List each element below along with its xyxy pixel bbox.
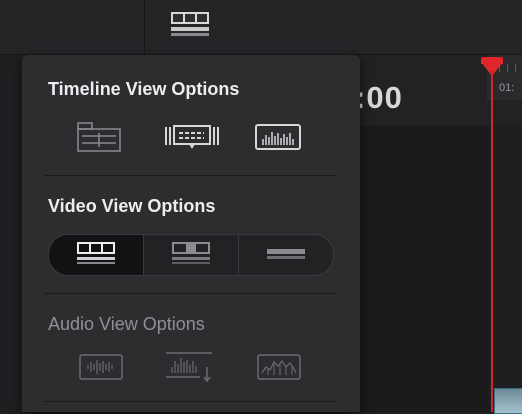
full-waveform-icon[interactable] — [78, 353, 124, 385]
stacked-timelines-icon[interactable] — [76, 121, 122, 153]
audio-view-options-title: Audio View Options — [48, 314, 205, 334]
timeline-view-options-icon[interactable] — [171, 12, 209, 36]
video-view-option-filmstrip[interactable] — [49, 235, 143, 275]
top-toolbar — [0, 0, 522, 55]
timeline-view-options-popup: Timeline View Options Video View Options… — [22, 55, 360, 412]
video-clip-thumbnail[interactable] — [494, 388, 522, 414]
ruler-timecode-label: 01: — [499, 82, 515, 94]
waveform-border-icon[interactable] — [256, 353, 302, 385]
section-divider — [44, 293, 336, 294]
video-view-option-simple[interactable] — [239, 235, 333, 275]
subtitle-tracks-icon[interactable] — [164, 121, 219, 153]
simple-view-icon — [267, 242, 305, 269]
filmstrip-view-icon — [77, 241, 115, 269]
ruler-tick — [515, 64, 516, 72]
video-view-options-title: Video View Options — [48, 196, 216, 216]
section-divider — [44, 175, 336, 176]
ruler-tick — [507, 64, 508, 72]
rectified-waveform-icon[interactable] — [164, 351, 212, 383]
timeline-track-area[interactable] — [360, 126, 490, 412]
timeline-view-options-title: Timeline View Options — [48, 79, 240, 99]
playhead-line[interactable] — [491, 70, 493, 412]
audio-waveform-icon[interactable] — [254, 121, 301, 153]
toolbar-divider — [144, 0, 145, 54]
video-view-option-thumbnail[interactable] — [144, 235, 238, 275]
section-divider — [44, 401, 336, 402]
video-view-segmented-control — [48, 234, 334, 276]
thumbnail-view-icon — [172, 241, 210, 269]
timecode-display: :00 — [355, 80, 403, 115]
